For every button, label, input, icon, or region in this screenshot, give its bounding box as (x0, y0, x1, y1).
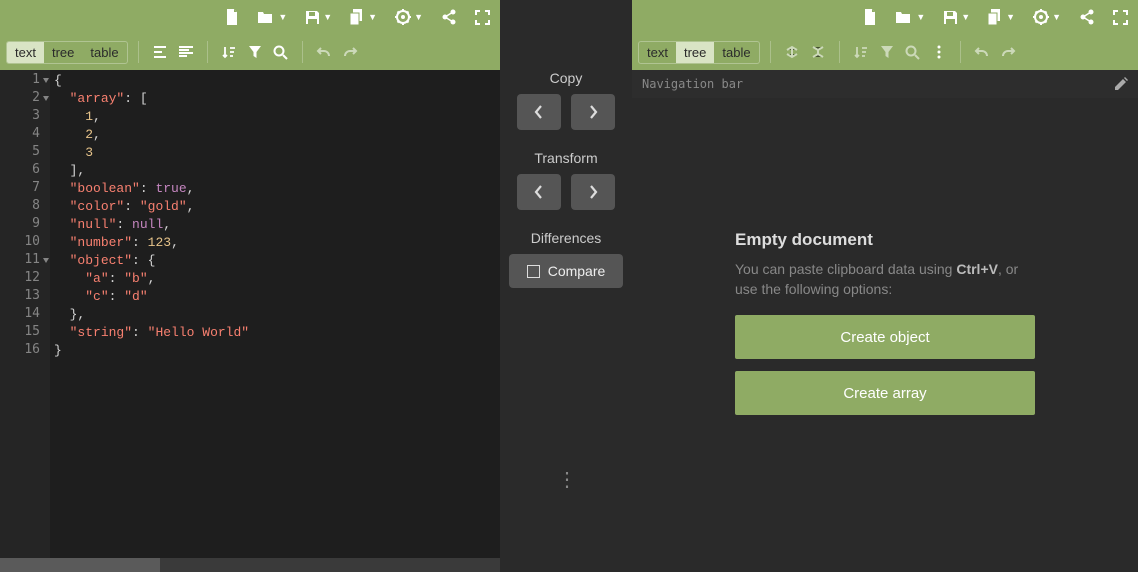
code-content[interactable]: { "array": [ 1, 2, 3 ], "boolean": true,… (50, 70, 500, 558)
navigation-bar[interactable]: Navigation bar (632, 70, 1138, 98)
open-icon[interactable]: ▼ (895, 10, 925, 24)
mode-tabs: text tree table (6, 41, 128, 64)
settings-icon[interactable]: ▼ (1033, 9, 1061, 25)
left-toolbar: text tree table (0, 34, 500, 70)
create-object-button[interactable]: Create object (735, 315, 1035, 359)
copy-icon[interactable]: ▼ (350, 9, 377, 25)
settings-icon[interactable]: ▼ (395, 9, 423, 25)
right-panel: ▼ ▼ ▼ ▼ text tree table Navigation bar E… (632, 0, 1138, 572)
sort-icon[interactable] (850, 41, 872, 63)
undo-icon[interactable] (313, 41, 335, 63)
edit-icon[interactable] (1114, 77, 1128, 91)
compare-button[interactable]: Compare (509, 254, 624, 288)
left-topbar: ▼ ▼ ▼ ▼ (0, 0, 500, 34)
compare-label: Compare (548, 263, 606, 279)
center-panel: Copy Transform Differences Compare ⋮ (500, 0, 632, 572)
new-file-icon[interactable] (225, 9, 239, 25)
compact-icon[interactable] (175, 41, 197, 63)
transform-section-label: Transform (534, 150, 597, 166)
line-gutter: 1 2 3 4 5 6 7 8 9 10 11 12 13 14 15 16 (0, 70, 50, 558)
mode-tab-table[interactable]: table (82, 42, 126, 63)
navigation-placeholder: Navigation bar (642, 77, 743, 91)
transform-right-button[interactable] (571, 174, 615, 210)
search-icon[interactable] (270, 41, 292, 63)
format-icon[interactable] (149, 41, 171, 63)
more-icon[interactable] (928, 41, 950, 63)
fullscreen-icon[interactable] (1113, 10, 1128, 25)
mode-tabs: text tree table (638, 41, 760, 64)
mode-tab-text[interactable]: text (639, 42, 676, 63)
new-file-icon[interactable] (863, 9, 877, 25)
redo-icon[interactable] (339, 41, 361, 63)
mode-tab-table[interactable]: table (714, 42, 758, 63)
redo-icon[interactable] (997, 41, 1019, 63)
share-icon[interactable] (1079, 9, 1095, 25)
copy-right-button[interactable] (571, 94, 615, 130)
right-toolbar: text tree table (632, 34, 1138, 70)
mode-tab-text[interactable]: text (7, 42, 44, 63)
left-panel: ▼ ▼ ▼ ▼ text tree table 1 2 3 4 5 6 7 (0, 0, 500, 572)
sort-icon[interactable] (218, 41, 240, 63)
compare-checkbox-icon (527, 265, 540, 278)
save-icon[interactable]: ▼ (943, 10, 970, 25)
copy-left-button[interactable] (517, 94, 561, 130)
open-icon[interactable]: ▼ (257, 10, 287, 24)
more-vertical-icon[interactable]: ⋮ (557, 467, 575, 492)
differences-section-label: Differences (531, 230, 602, 246)
collapse-all-icon[interactable] (807, 41, 829, 63)
create-array-button[interactable]: Create array (735, 371, 1035, 415)
transform-left-button[interactable] (517, 174, 561, 210)
horizontal-scrollbar[interactable] (0, 558, 500, 572)
empty-title: Empty document (735, 230, 1035, 250)
undo-icon[interactable] (971, 41, 993, 63)
filter-icon[interactable] (244, 41, 266, 63)
copy-section-label: Copy (550, 70, 583, 86)
fullscreen-icon[interactable] (475, 10, 490, 25)
filter-icon[interactable] (876, 41, 898, 63)
empty-description: You can paste clipboard data using Ctrl+… (735, 260, 1035, 299)
save-icon[interactable]: ▼ (305, 10, 332, 25)
copy-icon[interactable]: ▼ (988, 9, 1015, 25)
share-icon[interactable] (441, 9, 457, 25)
code-editor[interactable]: 1 2 3 4 5 6 7 8 9 10 11 12 13 14 15 16 {… (0, 70, 500, 558)
mode-tab-tree[interactable]: tree (676, 42, 714, 63)
search-icon[interactable] (902, 41, 924, 63)
expand-all-icon[interactable] (781, 41, 803, 63)
mode-tab-tree[interactable]: tree (44, 42, 82, 63)
empty-document-area: Empty document You can paste clipboard d… (632, 98, 1138, 572)
right-topbar: ▼ ▼ ▼ ▼ (632, 0, 1138, 34)
